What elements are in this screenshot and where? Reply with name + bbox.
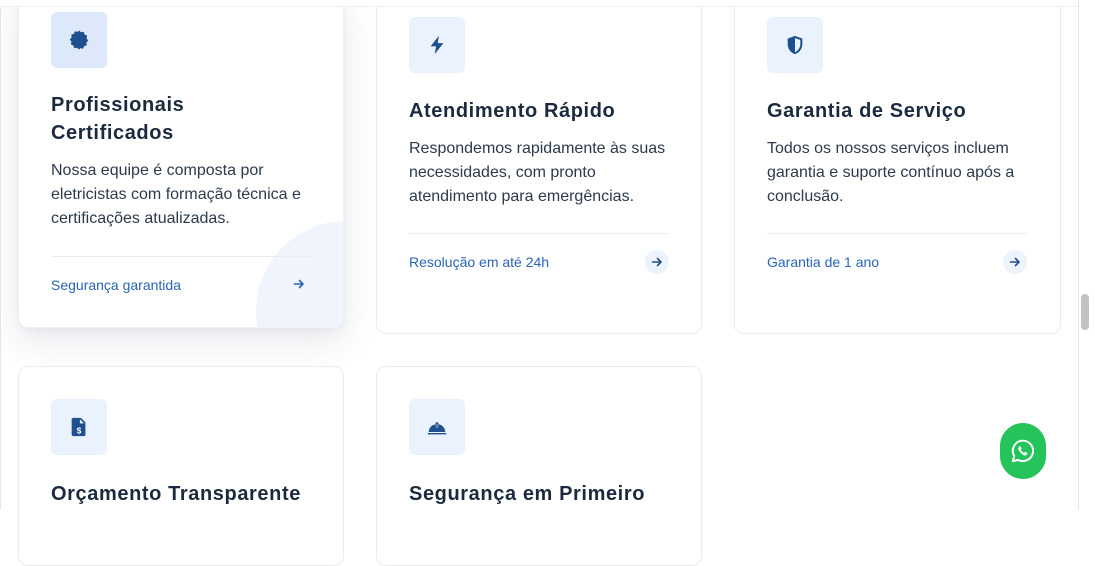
card-link[interactable]: Garantia de 1 ano — [767, 253, 879, 271]
card-title-line-2: Certificados — [51, 122, 174, 144]
feature-icon-box: $ — [51, 399, 107, 455]
arrow-right-icon — [293, 279, 304, 289]
feature-icon-box — [51, 12, 107, 68]
card-title: Segurança em Primeiro — [409, 483, 646, 505]
svg-text:$: $ — [77, 426, 82, 435]
card-title: Garantia de Serviço — [767, 100, 967, 122]
card-title: Profissionais Certificados — [51, 91, 184, 147]
card-arrow-button[interactable] — [645, 250, 669, 274]
arrow-right-icon — [651, 257, 662, 267]
scrollbar-thumb[interactable] — [1081, 294, 1089, 330]
feature-icon-box — [409, 17, 465, 73]
lightning-icon — [430, 35, 444, 55]
shield-icon — [787, 35, 803, 55]
card-title: Orçamento Transparente — [51, 483, 301, 505]
helmet-icon — [427, 422, 447, 435]
card-description: Respondemos rapidamente às suas necessid… — [409, 140, 666, 205]
card-divider — [51, 256, 311, 257]
arrow-right-icon — [1009, 257, 1020, 267]
card-title: Atendimento Rápido — [409, 100, 616, 122]
feature-card-fast-service[interactable]: Atendimento Rápido Respondemos rapidamen… — [376, 0, 702, 334]
feature-card-safety[interactable]: Segurança em Primeiro — [376, 366, 702, 566]
feature-icon-box — [767, 17, 823, 73]
feature-icon-box — [409, 399, 465, 455]
feature-card-certified[interactable]: Profissionais Certificados Nossa equipe … — [18, 0, 344, 328]
card-description: Todos os nossos serviços incluem garanti… — [767, 140, 1015, 205]
badge-icon — [69, 30, 89, 50]
card-link[interactable]: Segurança garantida — [51, 276, 181, 294]
card-arrow-button[interactable] — [287, 272, 311, 296]
page-edge — [0, 0, 1, 510]
card-description: Nossa equipe é composta por eletricistas… — [51, 162, 301, 227]
feature-card-budget[interactable]: $ Orçamento Transparente — [18, 366, 344, 566]
card-divider — [409, 233, 669, 234]
card-link[interactable]: Resolução em até 24h — [409, 253, 549, 271]
card-divider — [767, 233, 1027, 234]
card-title-line-1: Profissionais — [51, 94, 185, 116]
card-arrow-button[interactable] — [1003, 250, 1027, 274]
header-edge — [0, 0, 1078, 7]
invoice-icon: $ — [71, 417, 86, 437]
feature-card-warranty[interactable]: Garantia de Serviço Todos os nossos serv… — [734, 0, 1061, 334]
whatsapp-icon — [1011, 439, 1035, 463]
scrollbar-track[interactable] — [1078, 0, 1095, 510]
whatsapp-button[interactable] — [1000, 423, 1046, 479]
